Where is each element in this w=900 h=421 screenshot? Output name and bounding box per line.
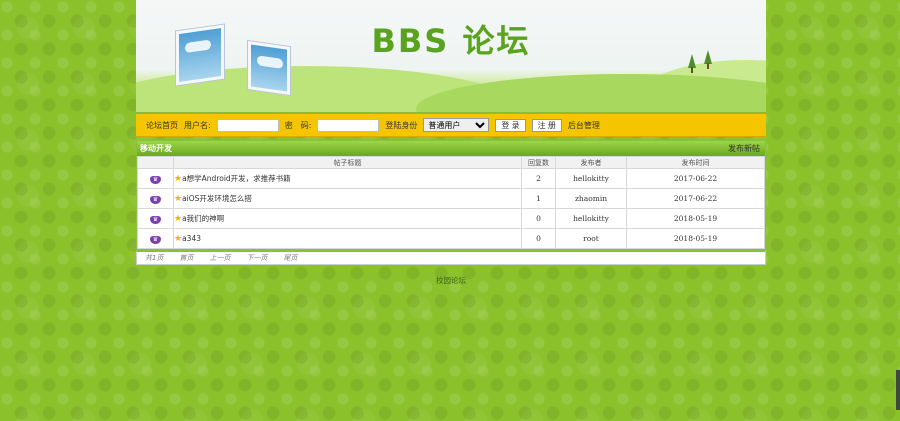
row-badge-cell: ♛ [137,168,174,189]
table-row: ♛ ★a我们的神啊 0 hellokitty 2018-05-19 [137,208,765,229]
post-table: 帖子标题 回复数 发布者 发布时间 ♛ ★a想学Android开发，求推荐书籍 … [137,156,765,249]
row-author: hellokitty [555,168,627,189]
row-title-cell: ★a343 [173,228,522,249]
crown-badge-icon: ♛ [150,215,161,224]
first-page-link[interactable]: 首页 [179,253,193,263]
window-edge [896,370,900,410]
star-icon: ★ [174,174,183,184]
username-input[interactable] [216,118,279,132]
last-page-link[interactable]: 尾页 [283,253,297,263]
password-input[interactable] [317,118,380,132]
row-date: 2017-06-22 [626,188,765,209]
site-title: BBS 论坛 [371,22,531,60]
table-row: ♛ ★aiOS开发环境怎么搭 1 zhaomin 2017-06-22 [137,188,765,209]
row-author: root [555,228,627,249]
row-replies: 1 [521,188,556,209]
row-replies: 2 [521,168,556,189]
star-icon: ★ [174,214,183,224]
new-post-link[interactable]: 发布新帖 [728,143,760,154]
forum-board: 移动开发 发布新帖 帖子标题 回复数 发布者 发布时间 ♛ ★a想学Androi… [136,140,766,250]
pagination-bar: 共1页 首页 上一页 下一页 尾页 [136,250,766,265]
row-author: zhaomin [555,188,627,209]
post-title-link[interactable]: aiOS开发环境怎么搭 [182,194,252,203]
row-date: 2017-06-22 [626,168,765,189]
row-title-cell: ★a想学Android开发，求推荐书籍 [173,168,522,189]
crown-badge-icon: ♛ [150,175,161,184]
password-label: 密 码: [284,120,312,130]
row-badge-cell: ♛ [137,188,174,209]
role-select[interactable]: 普通用户 [423,118,490,132]
star-icon: ★ [174,194,183,204]
login-button[interactable]: 登 录 [495,118,526,132]
username-label: 用户名: [184,120,211,130]
admin-link[interactable]: 后台管理 [568,120,600,131]
role-label: 登陆身份 [385,120,418,130]
prev-page-link[interactable]: 上一页 [209,253,230,263]
table-header-row: 帖子标题 回复数 发布者 发布时间 [137,156,765,169]
section-title: 移动开发 [140,144,172,153]
col-date-header: 发布时间 [626,156,765,169]
row-badge-cell: ♛ [137,228,174,249]
col-title-header: 帖子标题 [173,156,522,169]
crown-badge-icon: ♛ [150,195,161,204]
row-replies: 0 [521,208,556,229]
page-total: 共1页 [145,254,164,262]
col-icon-header [137,156,174,169]
post-title-link[interactable]: a343 [182,234,201,243]
row-title-cell: ★a我们的神啊 [173,208,522,229]
row-title-cell: ★aiOS开发环境怎么搭 [173,188,522,209]
row-date: 2018-05-19 [626,208,765,229]
table-row: ♛ ★a343 0 root 2018-05-19 [137,228,765,249]
board-header: 移动开发 发布新帖 [137,141,765,156]
register-button[interactable]: 注 册 [531,118,562,132]
crown-badge-icon: ♛ [150,235,161,244]
row-author: hellokitty [555,208,627,229]
col-author-header: 发布者 [555,156,627,169]
next-page-link[interactable]: 下一页 [246,253,267,263]
row-replies: 0 [521,228,556,249]
post-title-link[interactable]: a我们的神啊 [182,214,224,223]
table-row: ♛ ★a想学Android开发，求推荐书籍 2 hellokitty 2017-… [137,168,765,189]
row-badge-cell: ♛ [137,208,174,229]
footer-text: 校园论坛 [436,276,466,285]
home-link[interactable]: 论坛首页 [146,120,178,131]
col-replies-header: 回复数 [521,156,556,169]
post-title-link[interactable]: a想学Android开发，求推荐书籍 [182,174,291,183]
star-icon: ★ [174,233,183,244]
site-banner: BBS 论坛 [136,0,766,114]
page-container: BBS 论坛 论坛首页 用户名: 密 码: 登陆身份 普通用户 登 录 注 册 … [136,0,766,286]
login-bar: 论坛首页 用户名: 密 码: 登陆身份 普通用户 登 录 注 册 后台管理 [136,114,766,137]
row-date: 2018-05-19 [626,228,765,249]
